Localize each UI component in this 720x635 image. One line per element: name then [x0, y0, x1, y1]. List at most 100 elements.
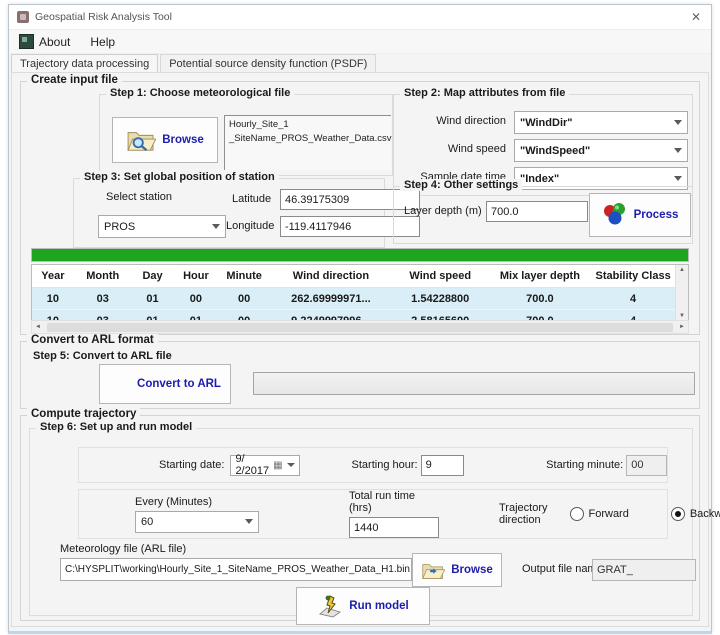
group-compute-trajectory: Compute trajectory Step 6: Set up and ru…: [20, 415, 700, 621]
scroll-up-icon[interactable]: ▲: [679, 267, 685, 273]
chevron-down-icon: [287, 463, 295, 467]
convert-to-arl-button[interactable]: Convert to ARL: [99, 364, 231, 404]
starting-minute-label: Starting minute:: [546, 459, 623, 471]
table-horizontal-scrollbar[interactable]: ◄ ►: [31, 320, 689, 334]
table-header-cell: Year: [32, 270, 74, 282]
chevron-down-icon: [674, 148, 682, 153]
menu-help[interactable]: Help: [80, 30, 125, 53]
table-header-cell: Day: [132, 270, 174, 282]
window-title: Geospatial Risk Analysis Tool: [35, 11, 172, 23]
table-cell: 262.69999971...: [270, 293, 392, 305]
run-model-label: Run model: [349, 600, 408, 612]
calendar-icon: ▦: [273, 460, 282, 471]
backward-label: Backward: [690, 508, 720, 520]
latitude-label: Latitude: [232, 193, 271, 205]
table-vertical-scrollbar[interactable]: ▲ ▼: [675, 265, 688, 321]
browse-met-file-button[interactable]: Browse: [112, 117, 218, 163]
radio-backward[interactable]: Backward: [671, 507, 720, 521]
group-convert-arl: Convert to ARL format Step 5: Convert to…: [20, 341, 700, 409]
table-cell: 4: [591, 293, 675, 305]
met-file-name: Hourly_Site_1 _SiteName_PROS_Weather_Dat…: [224, 115, 391, 170]
met-table-body: 1003010000262.69999971...1.54228800700.0…: [32, 288, 688, 322]
run-model-icon: [317, 594, 343, 618]
met-arl-file-label: Meteorology file (ARL file): [60, 543, 186, 555]
group-create-input-title: Create input file: [27, 74, 122, 86]
process-label: Process: [634, 209, 679, 221]
convert-progress-bar: [253, 372, 695, 395]
station-select[interactable]: PROS: [98, 215, 226, 238]
wind-direction-label: Wind direction: [394, 115, 506, 127]
folder-search-icon: [126, 128, 156, 152]
scroll-left-icon[interactable]: ◄: [35, 324, 41, 330]
longitude-label: Longitude: [226, 220, 274, 232]
wind-speed-label: Wind speed: [394, 143, 506, 155]
table-header-cell: Month: [74, 270, 132, 282]
radio-backward-circle: [671, 507, 685, 521]
tab-strip: Trajectory data processing Potential sou…: [11, 53, 709, 73]
process-icon: [602, 202, 628, 228]
starting-hour-label: Starting hour:: [352, 459, 418, 471]
title-bar: Geospatial Risk Analysis Tool ✕: [9, 5, 711, 30]
met-arl-file-input[interactable]: C:\HYSPLIT\working\Hourly_Site_1_SiteNam…: [60, 558, 412, 581]
table-cell: 10: [32, 293, 74, 305]
close-button[interactable]: ✕: [681, 5, 711, 29]
convert-arl-icon: [109, 373, 131, 395]
step4-title: Step 4: Other settings: [400, 179, 522, 191]
table-header-cell: Wind direction: [270, 270, 392, 282]
met-table-header: YearMonthDayHourMinuteWind directionWind…: [32, 265, 688, 288]
wind-speed-select[interactable]: "WindSpeed": [514, 139, 688, 162]
menu-bar: About Help: [9, 30, 711, 54]
run-options-panel: Every (Minutes) 60 Total run time (hrs) …: [78, 489, 668, 539]
radio-forward-circle: [570, 507, 584, 521]
table-header-cell: Wind speed: [392, 270, 488, 282]
process-button[interactable]: Process: [589, 193, 691, 237]
starting-date-label: Starting date:: [159, 459, 224, 471]
scroll-right-icon[interactable]: ►: [679, 324, 685, 330]
app-window: Geospatial Risk Analysis Tool ✕ About He…: [8, 4, 712, 634]
select-station-label: Select station: [106, 191, 172, 203]
convert-arl-label: Convert to ARL: [137, 378, 221, 390]
scroll-down-icon[interactable]: ▼: [679, 313, 685, 319]
table-cell: 00: [218, 293, 269, 305]
radio-forward[interactable]: Forward: [570, 507, 629, 521]
step5-title: Step 5: Convert to ARL file: [33, 350, 172, 362]
layer-depth-input[interactable]: 700.0: [486, 201, 588, 222]
tab-psdf[interactable]: Potential source density function (PSDF): [160, 54, 376, 73]
tab-content: Create input file Step 1: Choose meteoro…: [11, 72, 709, 627]
output-prefix-input[interactable]: GRAT_: [592, 559, 696, 581]
trajectory-direction-label: Trajectory direction: [499, 502, 548, 526]
folder-arrow-icon: [421, 561, 445, 580]
menu-about[interactable]: About: [9, 30, 80, 53]
table-cell: 01: [132, 293, 174, 305]
scrollbar-thumb[interactable]: [47, 323, 673, 332]
start-datetime-panel: Starting date: 9/ 2/2017 ▦ Starting hour…: [78, 447, 668, 483]
convert-title: Convert to ARL format: [27, 334, 158, 346]
step6-title: Step 6: Set up and run model: [36, 421, 196, 433]
table-header-cell: Hour: [173, 270, 218, 282]
process-progress-bar: [31, 248, 689, 262]
browse-arl-label: Browse: [451, 564, 493, 576]
group-step3: Step 3: Set global position of station S…: [73, 178, 385, 248]
browse-arl-button[interactable]: Browse: [412, 553, 502, 587]
group-step1: Step 1: Choose meteorological file Brows…: [99, 94, 393, 176]
chevron-down-icon: [674, 176, 682, 181]
every-minutes-label: Every (Minutes): [135, 496, 259, 508]
table-header-cell: Stability Class: [591, 270, 675, 282]
wind-direction-select[interactable]: "WindDir": [514, 111, 688, 134]
chevron-down-icon: [674, 120, 682, 125]
every-minutes-select[interactable]: 60: [135, 511, 259, 533]
tab-trajectory-data-processing[interactable]: Trajectory data processing: [11, 54, 158, 74]
compute-title: Compute trajectory: [27, 408, 140, 420]
total-run-time-label: Total run time (hrs): [349, 490, 439, 514]
met-data-table: YearMonthDayHourMinuteWind directionWind…: [31, 264, 689, 322]
starting-hour-input[interactable]: 9: [421, 455, 465, 476]
starting-minute-input[interactable]: 00: [626, 455, 667, 476]
starting-date-picker[interactable]: 9/ 2/2017 ▦: [230, 455, 299, 476]
table-row[interactable]: 1003010000262.69999971...1.54228800700.0…: [32, 288, 688, 310]
browse-met-file-label: Browse: [162, 134, 204, 146]
run-model-button[interactable]: Run model: [296, 587, 430, 625]
about-icon: [19, 34, 34, 49]
total-run-time-input[interactable]: 1440: [349, 517, 439, 538]
chevron-down-icon: [212, 224, 220, 229]
table-cell: 00: [173, 293, 218, 305]
